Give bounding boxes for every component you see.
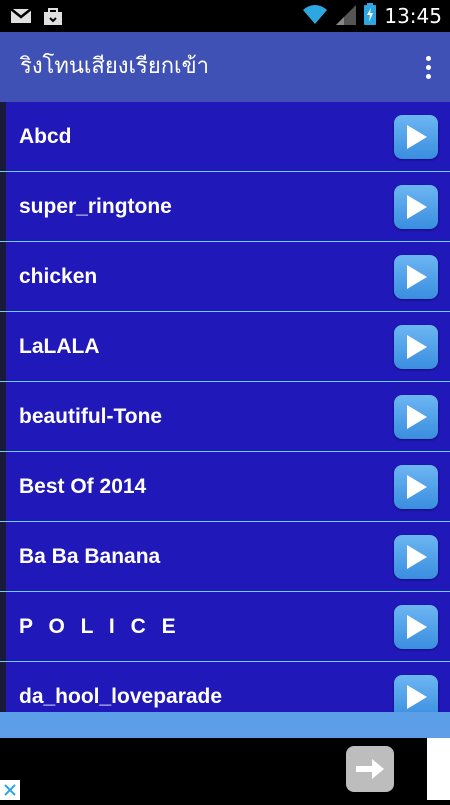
- ad-banner[interactable]: [0, 738, 450, 800]
- overflow-menu-icon[interactable]: [416, 50, 440, 84]
- ringtone-item[interactable]: super_ringtone: [0, 172, 450, 242]
- status-time: 13:45: [384, 4, 442, 28]
- ringtone-label: chicken: [19, 265, 98, 288]
- play-button[interactable]: [394, 395, 438, 439]
- ringtone-list[interactable]: Abcd super_ringtone chicken LaLALA beaut…: [0, 102, 450, 712]
- wifi-icon: [302, 3, 328, 30]
- play-icon: [407, 685, 427, 709]
- app-bar: ริงโทนเสียงเรียกเข้า: [0, 32, 450, 102]
- ringtone-item[interactable]: LaLALA: [0, 312, 450, 382]
- play-button[interactable]: [394, 255, 438, 299]
- battery-charging-icon: [364, 2, 377, 30]
- app-title: ริงโทนเสียงเรียกเข้า: [20, 54, 209, 79]
- ringtone-label: beautiful-Tone: [19, 405, 163, 428]
- ringtone-label: LaLALA: [19, 335, 100, 358]
- play-button[interactable]: [394, 605, 438, 649]
- ringtone-item[interactable]: Ba Ba Banana: [0, 522, 450, 592]
- play-icon: [407, 195, 427, 219]
- play-icon: [407, 335, 427, 359]
- play-icon: [407, 475, 427, 499]
- ad-side-panel: [427, 738, 450, 800]
- store-notification-icon: [42, 6, 64, 31]
- play-icon: [407, 615, 427, 639]
- play-icon: [407, 405, 427, 429]
- arrow-right-icon: [356, 759, 384, 779]
- status-bar: 13:45: [0, 0, 450, 32]
- ringtone-label: Abcd: [19, 125, 72, 148]
- play-icon: [407, 125, 427, 149]
- ringtone-label: da_hool_loveparade: [19, 685, 223, 708]
- ringtone-label: Ba Ba Banana: [19, 545, 161, 568]
- ad-arrow-button[interactable]: [346, 746, 394, 792]
- ringtone-item[interactable]: Abcd: [0, 102, 450, 172]
- ringtone-label: super_ringtone: [19, 195, 172, 218]
- play-button[interactable]: [394, 535, 438, 579]
- ringtone-item[interactable]: chicken: [0, 242, 450, 312]
- signal-icon: [336, 3, 357, 30]
- play-button[interactable]: [394, 185, 438, 229]
- play-icon: [407, 545, 427, 569]
- play-button[interactable]: [394, 115, 438, 159]
- ringtone-label: Best Of 2014: [19, 475, 147, 498]
- ringtone-item[interactable]: Best Of 2014: [0, 452, 450, 522]
- ringtone-item[interactable]: da_hool_loveparade: [0, 662, 450, 712]
- ringtone-item[interactable]: beautiful-Tone: [0, 382, 450, 452]
- ringtone-label: P O L I C E: [19, 615, 181, 638]
- play-icon: [407, 265, 427, 289]
- play-button[interactable]: [394, 675, 438, 712]
- ad-close-icon[interactable]: [0, 780, 20, 800]
- ringtone-item[interactable]: P O L I C E: [0, 592, 450, 662]
- gmail-notification-icon: [10, 7, 32, 30]
- footer-strip: [0, 712, 450, 738]
- play-button[interactable]: [394, 465, 438, 509]
- play-button[interactable]: [394, 325, 438, 369]
